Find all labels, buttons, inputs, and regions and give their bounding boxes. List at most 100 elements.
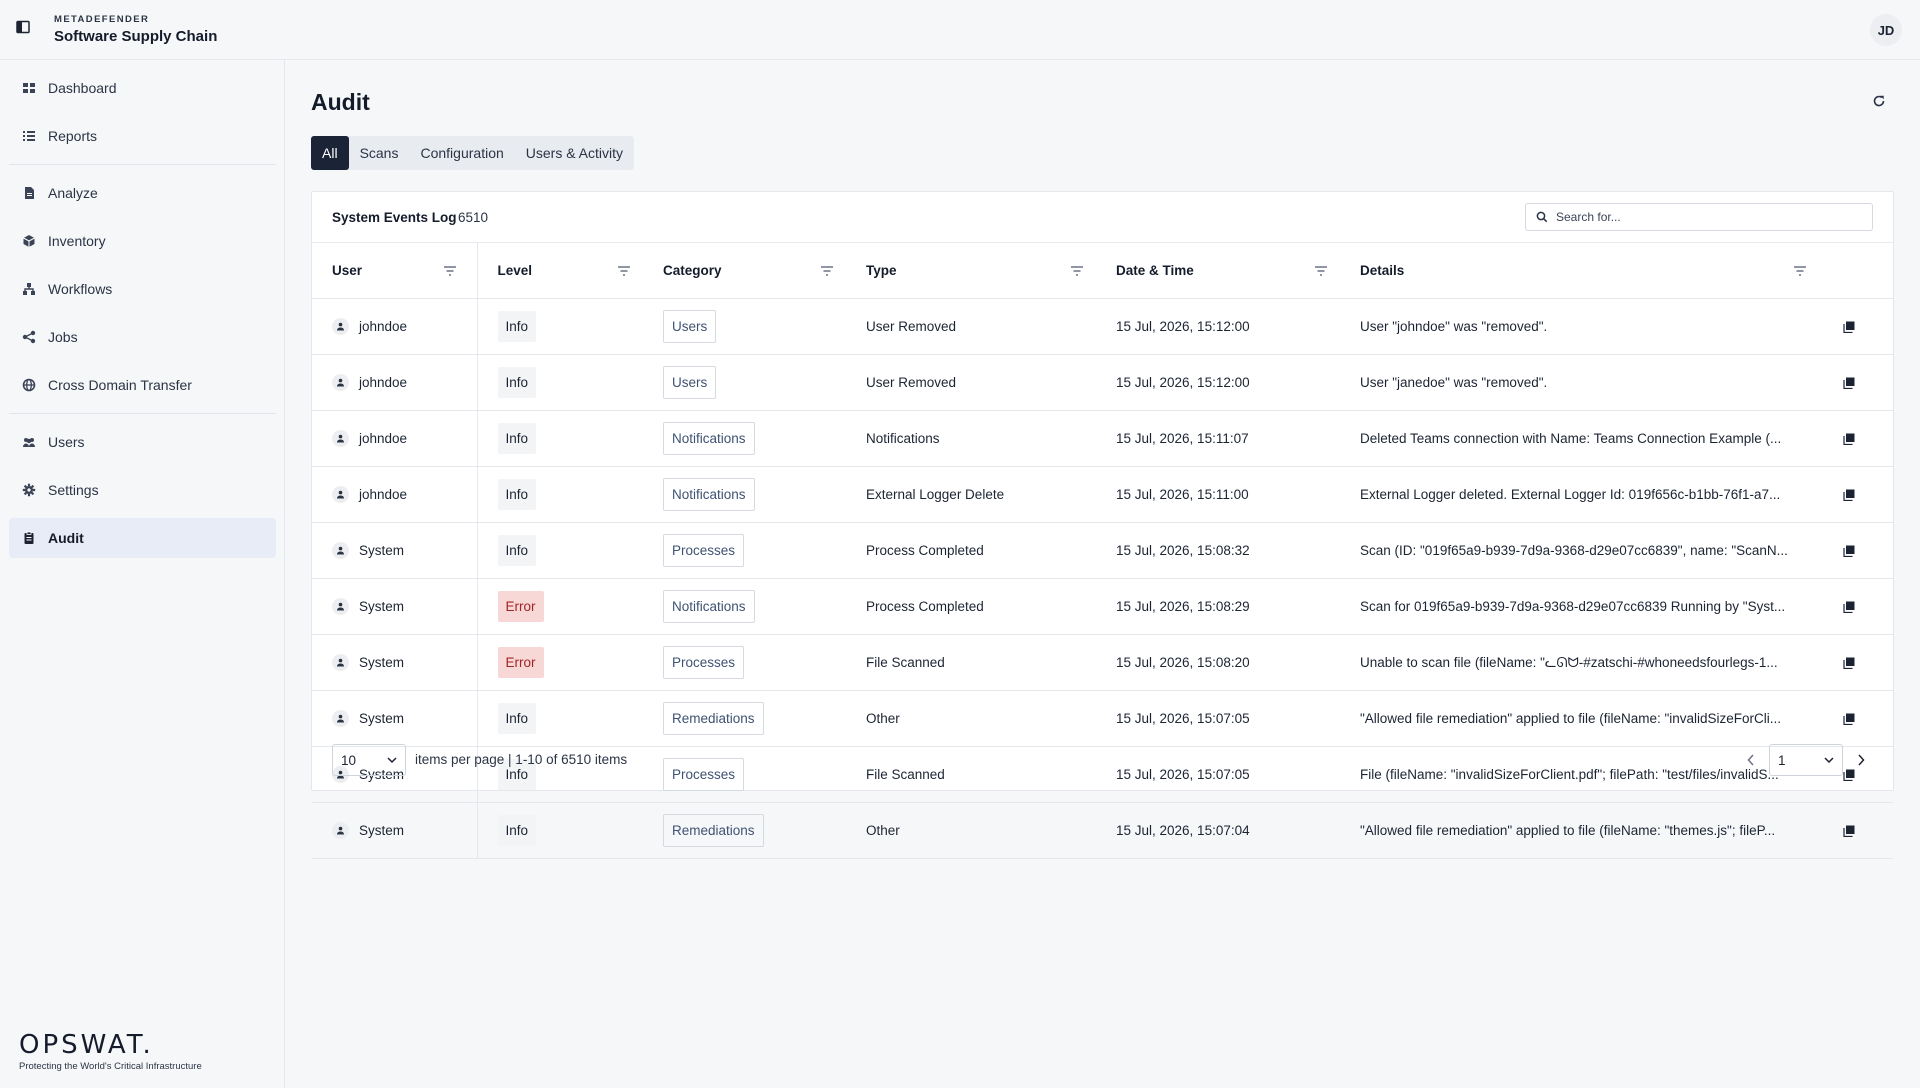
table-row[interactable]: System Error Notifications Process Complete…	[312, 578, 1893, 635]
dashboard-icon	[21, 80, 37, 96]
column-header-label: Level	[497, 263, 533, 278]
level-badge: Info	[497, 367, 537, 398]
user-wrap: johndoe	[332, 318, 477, 335]
column-header-datetime[interactable]: Date & Time	[1096, 242, 1340, 299]
copy-icon[interactable]	[1843, 433, 1893, 445]
sidebar-item-label: Audit	[48, 530, 84, 546]
cell-user: System	[312, 634, 478, 691]
filter-icon[interactable]	[820, 265, 834, 277]
avatar[interactable]: JD	[1870, 14, 1902, 46]
sidebar-item-audit[interactable]: Audit	[9, 518, 276, 558]
user-icon	[332, 318, 349, 335]
filter-icon[interactable]	[617, 265, 631, 277]
sidebar-item-dashboard[interactable]: Dashboard	[9, 68, 276, 108]
previous-page-icon[interactable]	[1747, 754, 1759, 766]
user-wrap: System	[332, 654, 477, 671]
cell-type: Notifications	[846, 410, 1096, 467]
table-row[interactable]: System Info Processes Process Completed 15 J…	[312, 522, 1893, 579]
sidebar-item-workflows[interactable]: Workflows	[9, 269, 276, 309]
refresh-icon[interactable]	[1872, 94, 1888, 110]
filter-icon[interactable]	[1793, 265, 1807, 277]
items-per-page-select[interactable]: 10	[332, 744, 406, 776]
cube-icon	[21, 233, 37, 249]
cell-category: Users	[643, 298, 846, 355]
table-row[interactable]: johndoe Info Notifications External Logger …	[312, 466, 1893, 523]
table-row[interactable]: johndoe Info Users User Removed 15 Jul, 2026…	[312, 354, 1893, 411]
document-icon	[21, 185, 37, 201]
cell-actions	[1823, 634, 1893, 691]
cell-category: Users	[643, 354, 846, 411]
cell-details: User "johndoe" was "removed".	[1340, 298, 1823, 355]
page-number-select[interactable]: 1	[1769, 744, 1843, 776]
chevron-down-icon	[387, 757, 397, 763]
details-text: User "janedoe" was "removed".	[1360, 375, 1548, 391]
table-header-row: User Level Category Type Date & Time Det…	[312, 242, 1893, 299]
cell-user: System	[312, 522, 478, 579]
copy-icon[interactable]	[1843, 657, 1893, 669]
cell-datetime: 15 Jul, 2026, 15:08:32	[1096, 522, 1340, 579]
filter-icon[interactable]	[443, 265, 457, 277]
copy-icon[interactable]	[1843, 321, 1893, 333]
filter-icon[interactable]	[1314, 265, 1328, 277]
category-tag: Processes	[663, 646, 745, 679]
copy-icon[interactable]	[1843, 377, 1893, 389]
cell-level: Error	[477, 578, 643, 635]
next-page-icon[interactable]	[1857, 754, 1869, 766]
cell-actions	[1823, 298, 1893, 355]
sidebar: Dashboard Reports Analyze Inventory Work…	[0, 60, 285, 1088]
cell-category: Notifications	[643, 466, 846, 523]
cell-category: Remediations	[643, 802, 846, 859]
user-wrap: johndoe	[332, 430, 477, 447]
user-icon	[332, 542, 349, 559]
cell-details: User "janedoe" was "removed".	[1340, 354, 1823, 411]
copy-icon[interactable]	[1843, 489, 1893, 501]
sidebar-item-users[interactable]: Users	[9, 422, 276, 462]
table-row[interactable]: johndoe Info Notifications Notifications 15 …	[312, 410, 1893, 467]
table-row[interactable]: System Error Processes File Scanned 15 Jul, …	[312, 634, 1893, 691]
search-box[interactable]	[1525, 203, 1873, 231]
logo-wordmark: OPSWAT.	[19, 1030, 154, 1060]
column-header-user[interactable]: User	[312, 242, 478, 299]
log-title: System Events Log	[332, 210, 457, 225]
category-tag: Users	[663, 366, 717, 399]
sidebar-toggle-icon[interactable]	[16, 20, 32, 38]
cell-datetime: 15 Jul, 2026, 15:12:00	[1096, 298, 1340, 355]
cell-user: johndoe	[312, 298, 478, 355]
table-row[interactable]: johndoe Info Users User Removed 15 Jul, 2026…	[312, 298, 1893, 355]
sidebar-item-label: Jobs	[48, 329, 78, 345]
cell-category: Processes	[643, 522, 846, 579]
globe-icon	[21, 377, 37, 393]
details-text: User "johndoe" was "removed".	[1360, 319, 1548, 335]
details-text: Unable to scan file (fileName: "ᓚᘏᗢ-#zat…	[1360, 654, 1778, 670]
details-text: "Allowed file remediation" applied to fi…	[1360, 823, 1776, 839]
copy-icon[interactable]	[1843, 825, 1893, 837]
cell-details: Scan (ID: "019f65a9-b939-7d9a-9368-d29e0…	[1340, 522, 1823, 579]
tab-users-activity[interactable]: Users & Activity	[515, 136, 634, 170]
column-header-type[interactable]: Type	[846, 242, 1096, 299]
share-icon	[21, 329, 37, 345]
copy-icon[interactable]	[1843, 601, 1893, 613]
search-input[interactable]	[1556, 210, 1856, 224]
sidebar-item-label: Cross Domain Transfer	[48, 377, 192, 393]
sidebar-item-reports[interactable]: Reports	[9, 116, 276, 156]
tab-configuration[interactable]: Configuration	[409, 136, 514, 170]
column-header-label: Category	[663, 263, 722, 278]
copy-icon[interactable]	[1843, 713, 1893, 725]
column-header-category[interactable]: Category	[643, 242, 846, 299]
sidebar-item-inventory[interactable]: Inventory	[9, 221, 276, 261]
tab-scans[interactable]: Scans	[349, 136, 410, 170]
sidebar-item-settings[interactable]: Settings	[9, 470, 276, 510]
table-row[interactable]: System Info Remediations Other 15 Jul, 2026,…	[312, 802, 1893, 859]
column-header-level[interactable]: Level	[477, 242, 643, 299]
cell-datetime: 15 Jul, 2026, 15:11:07	[1096, 410, 1340, 467]
user-wrap: johndoe	[332, 486, 477, 503]
sidebar-item-analyze[interactable]: Analyze	[9, 173, 276, 213]
sidebar-item-cross-domain-transfer[interactable]: Cross Domain Transfer	[9, 365, 276, 405]
column-header-details[interactable]: Details	[1340, 242, 1823, 299]
tab-all[interactable]: All	[311, 136, 349, 170]
sidebar-item-jobs[interactable]: Jobs	[9, 317, 276, 357]
copy-icon[interactable]	[1843, 545, 1893, 557]
pagination-summary: items per page | 1-10 of 6510 items	[415, 752, 628, 767]
filter-icon[interactable]	[1070, 265, 1084, 277]
level-badge: Info	[497, 479, 537, 510]
